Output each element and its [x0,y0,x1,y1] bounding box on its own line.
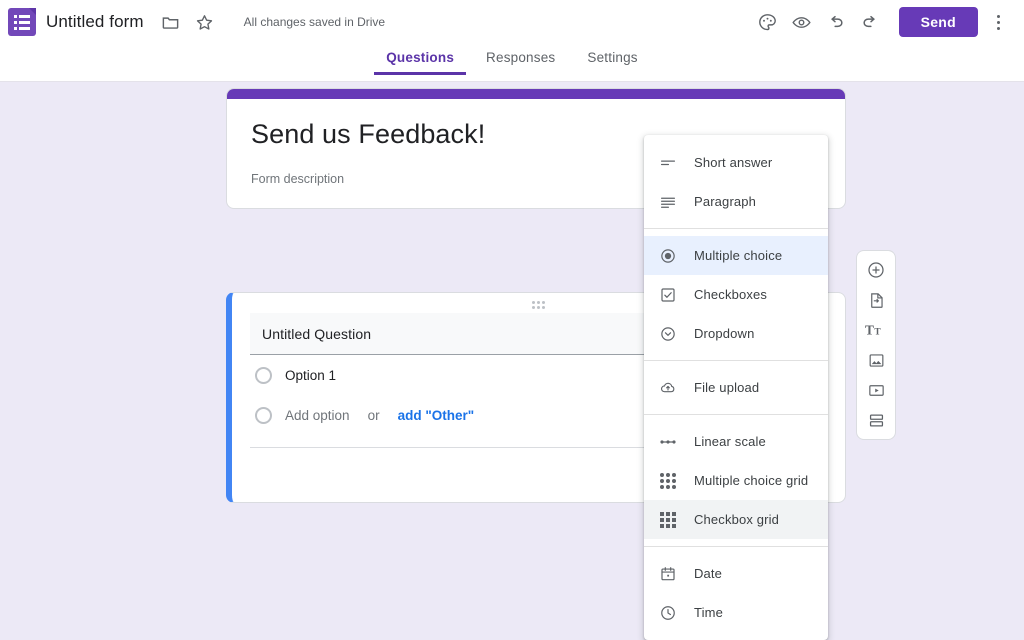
add-item-toolbar: T T [856,250,896,440]
menu-item-label: Checkboxes [694,287,768,302]
save-status-text: All changes saved in Drive [243,15,386,29]
linear-scale-icon [659,433,677,451]
eye-preview-icon[interactable] [785,5,819,39]
add-title-text-icon[interactable]: T T [858,317,894,343]
menu-item-multiple-choice[interactable]: Multiple choice [644,236,828,275]
menu-item-checkboxes[interactable]: Checkboxes [644,275,828,314]
menu-item-label: File upload [694,380,760,395]
tab-settings[interactable]: Settings [571,44,653,75]
menu-item-label: Time [694,605,724,620]
import-questions-icon[interactable] [858,287,894,313]
menu-item-label: Multiple choice grid [694,473,809,488]
add-section-icon[interactable] [858,407,894,433]
menu-item-label: Short answer [694,155,773,170]
short-answer-icon [659,154,677,172]
form-title-input[interactable]: Untitled form [46,12,144,32]
cloud-upload-icon [659,379,677,397]
svg-text:T: T [865,323,874,338]
redo-icon[interactable] [853,5,887,39]
menu-item-checkbox-grid[interactable]: Checkbox grid [644,500,828,539]
kebab-more-icon[interactable] [984,5,1012,39]
menu-divider [644,360,828,361]
menu-item-paragraph[interactable]: Paragraph [644,182,828,221]
menu-item-label: Date [694,566,723,581]
menu-bottom-padding [644,632,828,640]
menu-divider [644,414,828,415]
menu-divider [644,546,828,547]
menu-item-label: Checkbox grid [694,512,780,527]
form-editor-canvas: Send us Feedback! Form description Untit… [0,83,1024,640]
add-other-link[interactable]: add "Other" [398,408,475,423]
menu-item-short-answer[interactable]: Short answer [644,143,828,182]
menu-divider [644,228,828,229]
tab-questions[interactable]: Questions [370,44,470,75]
radio-filled-icon [659,247,677,265]
google-forms-logo-icon[interactable] [8,8,36,36]
menu-item-file-upload[interactable]: File upload [644,368,828,407]
chevron-down-circle-icon [659,325,677,343]
menu-item-label: Linear scale [694,434,766,449]
or-label: or [367,408,380,423]
radio-unchecked-icon [255,407,272,424]
form-accent-stripe [227,89,845,99]
checkbox-grid-icon [659,511,677,529]
paragraph-icon [659,193,677,211]
undo-icon[interactable] [819,5,853,39]
clock-icon [659,604,677,622]
menu-item-date[interactable]: Date [644,554,828,593]
radio-grid-icon [659,472,677,490]
option-label: Option 1 [285,368,337,383]
menu-item-dropdown[interactable]: Dropdown [644,314,828,353]
star-icon[interactable] [188,5,222,39]
calendar-icon [659,565,677,583]
svg-text:T: T [874,328,881,338]
tab-responses[interactable]: Responses [470,44,571,75]
add-image-icon[interactable] [858,347,894,373]
tab-bar: Questions Responses Settings [0,44,1024,82]
top-app-bar: Untitled form All changes saved in Drive [0,0,1024,44]
folder-icon[interactable] [154,5,188,39]
menu-item-label: Paragraph [694,194,757,209]
menu-item-linear-scale[interactable]: Linear scale [644,422,828,461]
add-question-icon[interactable] [858,257,894,283]
radio-unchecked-icon [255,367,272,384]
menu-item-label: Multiple choice [694,248,783,263]
add-video-icon[interactable] [858,377,894,403]
menu-item-multiple-choice-grid[interactable]: Multiple choice grid [644,461,828,500]
question-type-menu[interactable]: Short answer Paragraph Multiple choice C… [644,135,828,640]
checkbox-checked-icon [659,286,677,304]
add-option-label[interactable]: Add option [285,408,350,423]
menu-item-time[interactable]: Time [644,593,828,632]
menu-item-label: Dropdown [694,326,755,341]
palette-icon[interactable] [751,5,785,39]
send-button[interactable]: Send [898,7,978,37]
